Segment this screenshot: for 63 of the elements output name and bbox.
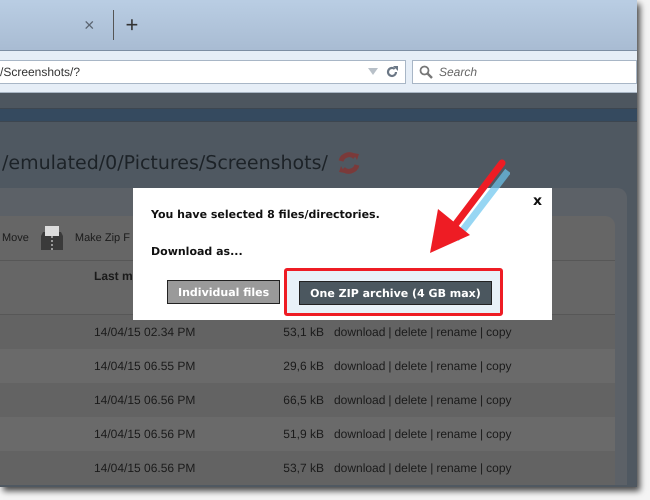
file-action-link[interactable]: rename bbox=[436, 359, 478, 373]
file-action-link[interactable]: copy bbox=[486, 461, 512, 475]
separator-text: | bbox=[430, 427, 434, 441]
close-tab-button[interactable]: × bbox=[80, 14, 99, 36]
separator-text: | bbox=[430, 359, 434, 373]
file-action-link[interactable]: download bbox=[334, 325, 386, 339]
file-action-link[interactable]: delete bbox=[394, 359, 428, 373]
date-cell-text: 14/04/15 06.56 PM bbox=[94, 393, 196, 407]
separator-text: | bbox=[388, 359, 392, 373]
file-action-link[interactable]: copy bbox=[486, 393, 512, 407]
dialog-prompt: Download as... bbox=[151, 245, 244, 258]
separator-text: | bbox=[480, 359, 484, 373]
separator-text: | bbox=[430, 461, 434, 475]
file-action-link[interactable]: download bbox=[334, 393, 386, 407]
separator-text: | bbox=[480, 427, 484, 441]
dialog-message: You have selected 8 files/directories. bbox=[151, 208, 381, 221]
separator-text: | bbox=[480, 325, 484, 339]
size-cell-text: 53,1 kB bbox=[282, 325, 324, 339]
separator-text: | bbox=[388, 325, 392, 339]
separator-text: | bbox=[388, 427, 392, 441]
separator-text: | bbox=[430, 393, 434, 407]
file-action-link[interactable]: delete bbox=[394, 461, 428, 475]
column-header: Last m bbox=[94, 269, 133, 283]
address-bar[interactable]: /Screenshots/? bbox=[0, 60, 406, 84]
folder-path-title: /emulated/0/Pictures/Screenshots/ bbox=[2, 152, 328, 174]
separator-text: | bbox=[480, 461, 484, 475]
separator-text: | bbox=[388, 393, 392, 407]
separator-text: | bbox=[388, 461, 392, 475]
file-action-link[interactable]: rename bbox=[436, 325, 478, 339]
separator-text: | bbox=[480, 393, 484, 407]
file-action-link[interactable]: rename bbox=[436, 427, 478, 441]
zip-folder-icon bbox=[38, 224, 65, 252]
file-action-link[interactable]: download bbox=[334, 427, 386, 441]
move-button[interactable]: Move bbox=[2, 232, 29, 244]
file-action-link[interactable]: delete bbox=[394, 325, 428, 339]
size-cell-text: 66,5 kB bbox=[282, 393, 324, 407]
dropdown-icon[interactable] bbox=[367, 67, 379, 76]
close-button[interactable]: x bbox=[532, 193, 542, 209]
file-action-link[interactable]: rename bbox=[436, 393, 478, 407]
file-action-link[interactable]: download bbox=[334, 461, 386, 475]
size-cell-text: 53,7 kB bbox=[282, 461, 324, 475]
date-cell-text: 14/04/15 06.55 PM bbox=[94, 359, 196, 373]
file-action-link[interactable]: copy bbox=[486, 427, 512, 441]
new-tab-button[interactable]: + bbox=[112, 10, 138, 40]
date-cell-text: 14/04/15 06.56 PM bbox=[94, 427, 196, 441]
download-option-button[interactable]: One ZIP archive (4 GB max) bbox=[299, 281, 492, 305]
size-cell-text: 29,6 kB bbox=[282, 359, 324, 373]
reload-icon[interactable] bbox=[385, 64, 399, 78]
make-zip-button[interactable]: Make Zip F bbox=[74, 232, 130, 244]
date-cell-text: 14/04/15 06.56 PM bbox=[94, 461, 196, 475]
search-field[interactable]: Search bbox=[412, 60, 637, 84]
date-cell-text: 14/04/15 02.34 PM bbox=[94, 325, 196, 339]
file-action-link[interactable]: delete bbox=[394, 393, 428, 407]
separator-text: | bbox=[430, 325, 434, 339]
file-action-link[interactable]: copy bbox=[486, 359, 512, 373]
file-action-link[interactable]: download bbox=[334, 359, 386, 373]
file-action-link[interactable]: copy bbox=[486, 325, 512, 339]
size-cell-text: 51,9 kB bbox=[282, 427, 324, 441]
refresh-icon[interactable] bbox=[336, 150, 362, 176]
search-icon bbox=[419, 64, 433, 78]
file-action-link[interactable]: rename bbox=[436, 461, 478, 475]
download-option-button[interactable]: Individual files bbox=[167, 280, 280, 304]
file-action-link[interactable]: delete bbox=[394, 427, 428, 441]
